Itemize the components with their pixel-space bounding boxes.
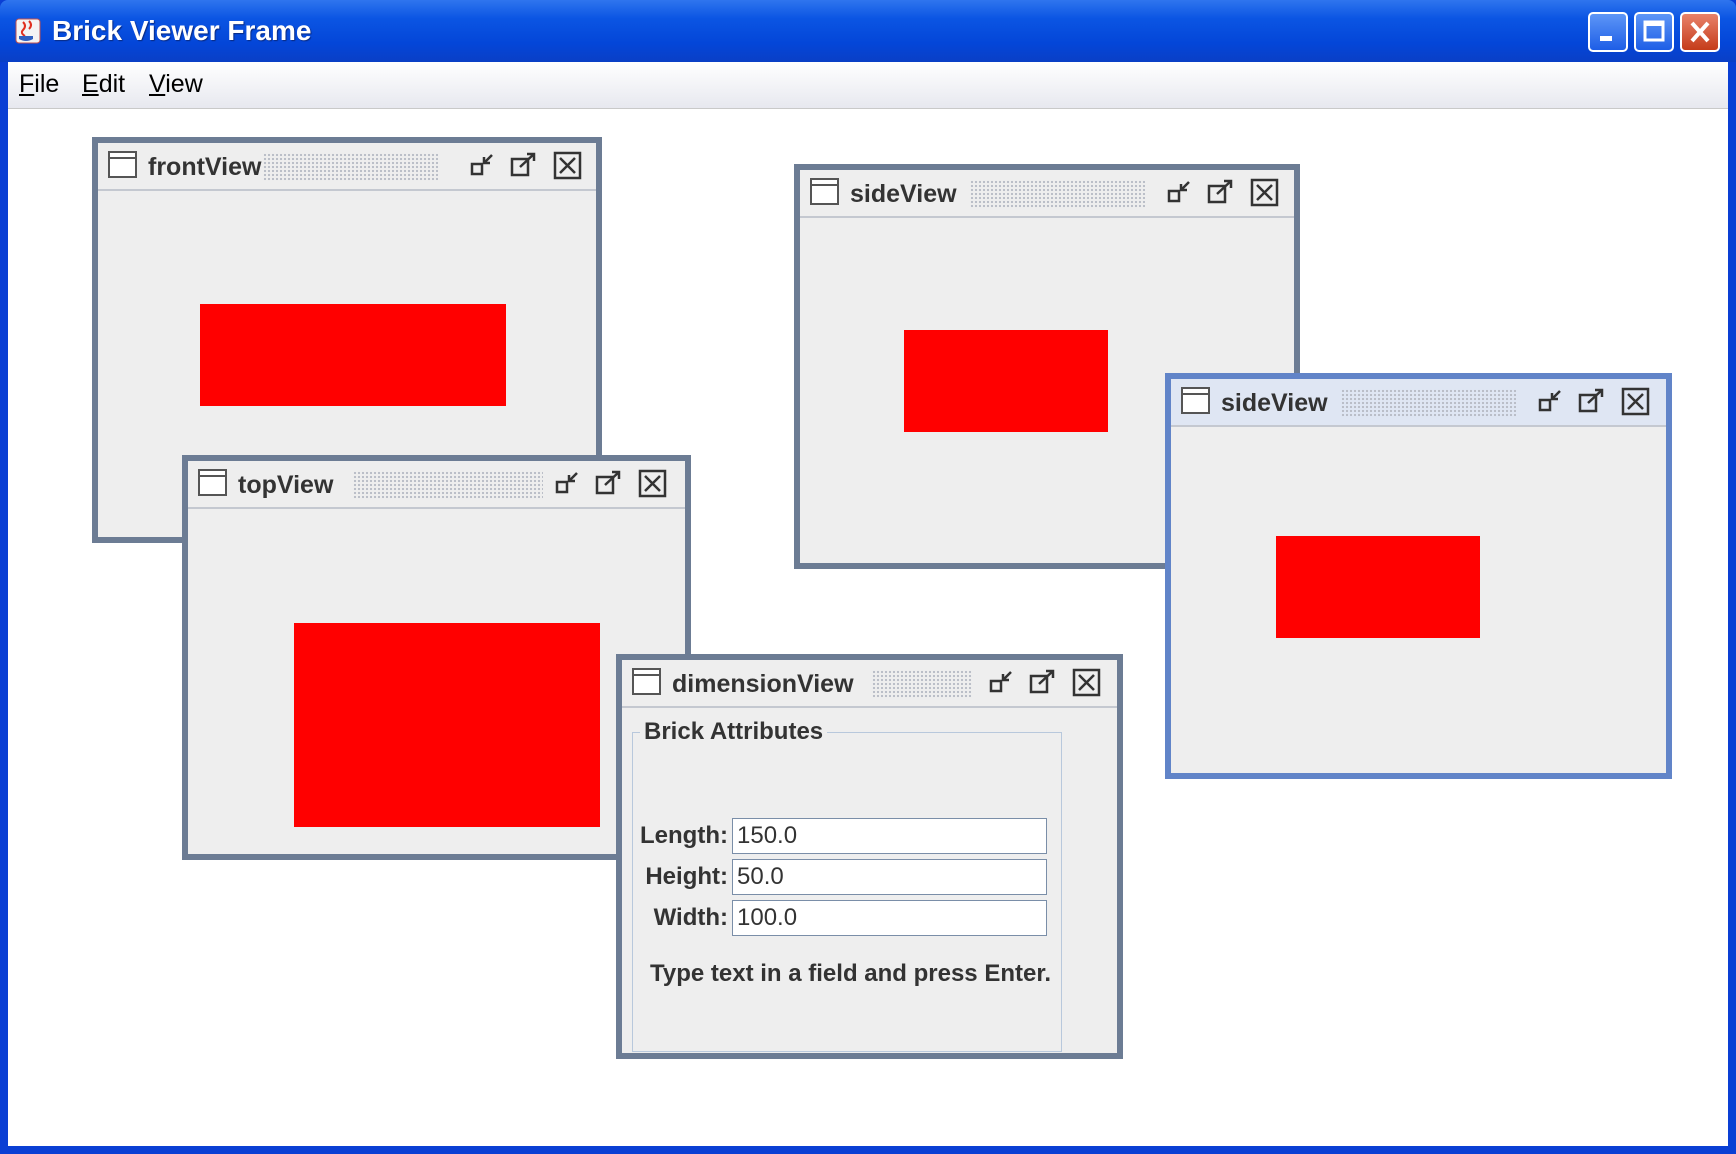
- frame-titlebar[interactable]: dimensionView: [622, 660, 1117, 708]
- close-frame-icon[interactable]: [638, 469, 668, 499]
- close-button[interactable]: [1680, 12, 1720, 52]
- minimize-button[interactable]: [1588, 12, 1628, 52]
- frame-titlebar[interactable]: sideView: [1171, 379, 1666, 427]
- close-frame-icon[interactable]: [1250, 178, 1280, 208]
- iconify-icon[interactable]: [553, 469, 583, 499]
- menu-view[interactable]: View: [149, 70, 203, 99]
- frame-window-icon: [1181, 387, 1211, 415]
- iconify-icon[interactable]: [468, 151, 498, 181]
- frame-title: topView: [238, 471, 334, 499]
- title-grip: [353, 471, 543, 499]
- frame-titlebar[interactable]: topView: [188, 461, 685, 509]
- brick-shape: [904, 330, 1108, 432]
- iconify-icon[interactable]: [987, 668, 1017, 698]
- height-field[interactable]: [732, 859, 1047, 895]
- menu-edit[interactable]: Edit: [82, 70, 125, 99]
- frame-window-icon: [632, 668, 662, 696]
- desktop-pane: frontView sideView topView sideView dime…: [8, 109, 1728, 1146]
- maximize-frame-icon[interactable]: [1027, 668, 1057, 698]
- maximize-frame-icon[interactable]: [508, 151, 538, 181]
- minimize-icon: [1600, 36, 1612, 41]
- close-frame-icon[interactable]: [1072, 668, 1102, 698]
- title-grip: [263, 153, 438, 181]
- brick-shape: [1276, 536, 1480, 638]
- width-label: Width:: [653, 904, 728, 931]
- title-grip: [970, 180, 1145, 208]
- frame-title: sideView: [1221, 389, 1328, 417]
- title-grip: [872, 670, 972, 698]
- menu-file[interactable]: File: [19, 70, 59, 99]
- maximize-frame-icon[interactable]: [1576, 387, 1606, 417]
- frame-window-icon: [108, 151, 138, 179]
- maximize-icon: [1643, 20, 1665, 42]
- brick-shape: [200, 304, 506, 406]
- maximize-frame-icon[interactable]: [1205, 178, 1235, 208]
- maximize-button[interactable]: [1634, 12, 1674, 52]
- maximize-frame-icon[interactable]: [593, 469, 623, 499]
- close-frame-icon[interactable]: [1621, 387, 1651, 417]
- internal-frame-side-view-active[interactable]: sideView: [1165, 373, 1672, 779]
- instruction-text: Type text in a field and press Enter.: [650, 960, 1052, 987]
- internal-frame-top-view[interactable]: topView: [182, 455, 691, 860]
- frame-titlebar[interactable]: frontView: [98, 143, 596, 191]
- menubar: File Edit View: [8, 62, 1728, 109]
- frame-title: frontView: [148, 153, 262, 181]
- main-window: Brick Viewer Frame File Edit View frontV…: [0, 0, 1736, 1154]
- java-app-icon: [14, 16, 42, 46]
- close-frame-icon[interactable]: [553, 151, 583, 181]
- height-label: Height:: [645, 863, 728, 890]
- group-title: Brick Attributes: [640, 718, 828, 746]
- frame-title: dimensionView: [672, 670, 854, 698]
- length-field[interactable]: [732, 818, 1047, 854]
- iconify-icon[interactable]: [1536, 387, 1566, 417]
- title-grip: [1341, 389, 1516, 417]
- width-field[interactable]: [732, 900, 1047, 936]
- frame-window-icon: [198, 469, 228, 497]
- window-title: Brick Viewer Frame: [52, 15, 312, 46]
- window-titlebar[interactable]: Brick Viewer Frame: [0, 0, 1736, 62]
- iconify-icon[interactable]: [1165, 178, 1195, 208]
- internal-frame-dimension-view[interactable]: dimensionView Brick Attributes Length: H…: [616, 654, 1123, 1059]
- frame-titlebar[interactable]: sideView: [800, 170, 1294, 218]
- close-icon: [1690, 21, 1710, 43]
- frame-window-icon: [810, 178, 840, 206]
- frame-title: sideView: [850, 180, 957, 208]
- brick-shape: [294, 623, 600, 827]
- length-label: Length:: [640, 822, 728, 849]
